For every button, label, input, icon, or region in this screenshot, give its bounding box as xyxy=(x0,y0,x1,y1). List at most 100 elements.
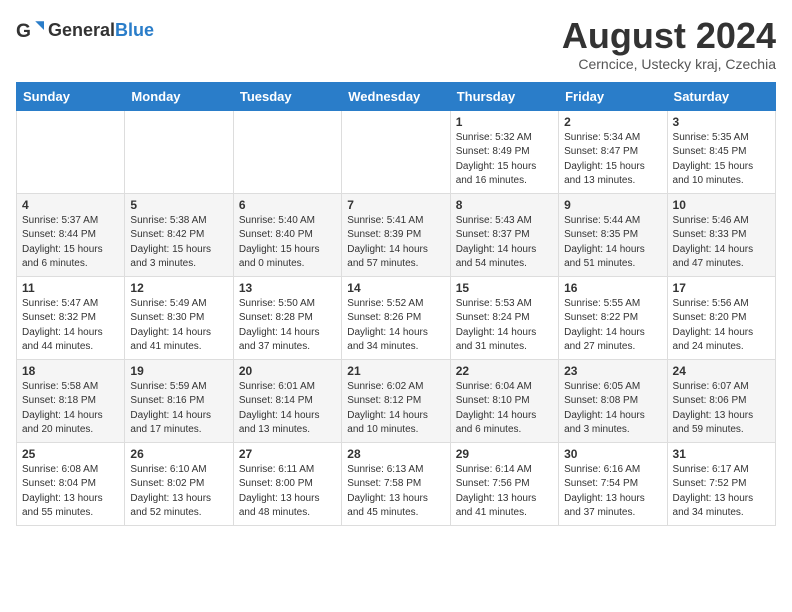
day-number: 19 xyxy=(130,364,227,378)
calendar-cell-w1-d2 xyxy=(125,110,233,193)
day-number: 2 xyxy=(564,115,661,129)
day-info: Sunrise: 5:56 AMSunset: 8:20 PMDaylight:… xyxy=(673,297,770,355)
day-number: 27 xyxy=(239,447,336,461)
calendar-cell-w1-d4 xyxy=(342,110,450,193)
day-info: Sunrise: 5:40 AMSunset: 8:40 PMDaylight:… xyxy=(239,214,336,272)
calendar-cell-w4-d6: 23 Sunrise: 6:05 AMSunset: 8:08 PMDayligh… xyxy=(559,359,667,442)
day-info: Sunrise: 5:58 AMSunset: 8:18 PMDaylight:… xyxy=(22,380,119,438)
header-thursday: Thursday xyxy=(450,82,558,110)
day-info: Sunrise: 5:49 AMSunset: 8:30 PMDaylight:… xyxy=(130,297,227,355)
calendar-cell-w5-d4: 28 Sunrise: 6:13 AMSunset: 7:58 PMDayligh… xyxy=(342,442,450,525)
calendar-cell-w5-d2: 26 Sunrise: 6:10 AMSunset: 8:02 PMDayligh… xyxy=(125,442,233,525)
calendar-cell-w1-d3 xyxy=(233,110,341,193)
day-number: 9 xyxy=(564,198,661,212)
day-number: 25 xyxy=(22,447,119,461)
calendar-cell-w5-d5: 29 Sunrise: 6:14 AMSunset: 7:56 PMDayligh… xyxy=(450,442,558,525)
day-info: Sunrise: 5:47 AMSunset: 8:32 PMDaylight:… xyxy=(22,297,119,355)
day-number: 3 xyxy=(673,115,770,129)
header-friday: Friday xyxy=(559,82,667,110)
calendar-cell-w3-d2: 12 Sunrise: 5:49 AMSunset: 8:30 PMDayligh… xyxy=(125,276,233,359)
day-number: 5 xyxy=(130,198,227,212)
day-number: 28 xyxy=(347,447,444,461)
day-info: Sunrise: 5:52 AMSunset: 8:26 PMDaylight:… xyxy=(347,297,444,355)
week-row-4: 18Sunrise: 5:58 AMSunset: 8:18 PMDayligh… xyxy=(17,359,776,442)
calendar-table: Sunday Monday Tuesday Wednesday Thursday… xyxy=(16,82,776,526)
day-number: 4 xyxy=(22,198,119,212)
calendar-cell-w2-d3: 6 Sunrise: 5:40 AMSunset: 8:40 PMDaylight… xyxy=(233,193,341,276)
day-number: 14 xyxy=(347,281,444,295)
day-info: Sunrise: 5:50 AMSunset: 8:28 PMDaylight:… xyxy=(239,297,336,355)
day-number: 15 xyxy=(456,281,553,295)
logo-blue: Blue xyxy=(115,20,154,40)
day-info: Sunrise: 6:17 AMSunset: 7:52 PMDaylight:… xyxy=(673,463,770,521)
day-info: Sunrise: 5:46 AMSunset: 8:33 PMDaylight:… xyxy=(673,214,770,272)
day-info: Sunrise: 6:01 AMSunset: 8:14 PMDaylight:… xyxy=(239,380,336,438)
day-info: Sunrise: 5:38 AMSunset: 8:42 PMDaylight:… xyxy=(130,214,227,272)
day-info: Sunrise: 5:35 AMSunset: 8:45 PMDaylight:… xyxy=(673,131,770,189)
day-info: Sunrise: 6:11 AMSunset: 8:00 PMDaylight:… xyxy=(239,463,336,521)
day-number: 1 xyxy=(456,115,553,129)
day-number: 10 xyxy=(673,198,770,212)
logo-icon: G xyxy=(16,16,44,44)
day-number: 17 xyxy=(673,281,770,295)
header-saturday: Saturday xyxy=(667,82,775,110)
day-info: Sunrise: 6:14 AMSunset: 7:56 PMDaylight:… xyxy=(456,463,553,521)
calendar-cell-w4-d3: 20 Sunrise: 6:01 AMSunset: 8:14 PMDayligh… xyxy=(233,359,341,442)
calendar-cell-w3-d5: 15Sunrise: 5:53 AMSunset: 8:24 PMDayligh… xyxy=(450,276,558,359)
day-number: 22 xyxy=(456,364,553,378)
page: G GeneralBlue August 2024 Cerncice, Uste… xyxy=(0,0,792,536)
day-info: Sunrise: 5:41 AMSunset: 8:39 PMDaylight:… xyxy=(347,214,444,272)
day-number: 8 xyxy=(456,198,553,212)
calendar-cell-w5-d6: 30Sunrise: 6:16 AMSunset: 7:54 PMDayligh… xyxy=(559,442,667,525)
week-row-1: 1Sunrise: 5:32 AMSunset: 8:49 PMDaylight… xyxy=(17,110,776,193)
calendar-cell-w1-d7: 3 Sunrise: 5:35 AMSunset: 8:45 PMDaylight… xyxy=(667,110,775,193)
header-monday: Monday xyxy=(125,82,233,110)
day-info: Sunrise: 6:02 AMSunset: 8:12 PMDaylight:… xyxy=(347,380,444,438)
week-row-2: 4 Sunrise: 5:37 AMSunset: 8:44 PMDaylight… xyxy=(17,193,776,276)
calendar-cell-w3-d7: 17 Sunrise: 5:56 AMSunset: 8:20 PMDayligh… xyxy=(667,276,775,359)
calendar-cell-w1-d6: 2 Sunrise: 5:34 AMSunset: 8:47 PMDaylight… xyxy=(559,110,667,193)
calendar-cell-w5-d7: 31Sunrise: 6:17 AMSunset: 7:52 PMDayligh… xyxy=(667,442,775,525)
day-number: 24 xyxy=(673,364,770,378)
header-wednesday: Wednesday xyxy=(342,82,450,110)
day-info: Sunrise: 5:44 AMSunset: 8:35 PMDaylight:… xyxy=(564,214,661,272)
title-block: August 2024 Cerncice, Ustecky kraj, Czec… xyxy=(562,16,776,72)
day-number: 11 xyxy=(22,281,119,295)
location-subtitle: Cerncice, Ustecky kraj, Czechia xyxy=(562,56,776,72)
day-info: Sunrise: 5:43 AMSunset: 8:37 PMDaylight:… xyxy=(456,214,553,272)
svg-text:G: G xyxy=(16,21,31,42)
calendar-cell-w4-d4: 21 Sunrise: 6:02 AMSunset: 8:12 PMDayligh… xyxy=(342,359,450,442)
day-info: Sunrise: 5:34 AMSunset: 8:47 PMDaylight:… xyxy=(564,131,661,189)
calendar-cell-w5-d1: 25Sunrise: 6:08 AMSunset: 8:04 PMDayligh… xyxy=(17,442,125,525)
header-tuesday: Tuesday xyxy=(233,82,341,110)
calendar-cell-w1-d5: 1Sunrise: 5:32 AMSunset: 8:49 PMDaylight… xyxy=(450,110,558,193)
calendar-cell-w1-d1 xyxy=(17,110,125,193)
header-sunday: Sunday xyxy=(17,82,125,110)
day-number: 30 xyxy=(564,447,661,461)
calendar-cell-w2-d7: 10 Sunrise: 5:46 AMSunset: 8:33 PMDayligh… xyxy=(667,193,775,276)
day-number: 21 xyxy=(347,364,444,378)
day-info: Sunrise: 5:59 AMSunset: 8:16 PMDaylight:… xyxy=(130,380,227,438)
logo: G GeneralBlue xyxy=(16,16,154,44)
calendar-cell-w5-d3: 27 Sunrise: 6:11 AMSunset: 8:00 PMDayligh… xyxy=(233,442,341,525)
day-number: 7 xyxy=(347,198,444,212)
month-title: August 2024 xyxy=(562,16,776,56)
calendar-cell-w2-d6: 9 Sunrise: 5:44 AMSunset: 8:35 PMDaylight… xyxy=(559,193,667,276)
logo-general: General xyxy=(48,20,115,40)
week-row-5: 25Sunrise: 6:08 AMSunset: 8:04 PMDayligh… xyxy=(17,442,776,525)
header: G GeneralBlue August 2024 Cerncice, Uste… xyxy=(16,16,776,72)
day-number: 20 xyxy=(239,364,336,378)
day-number: 12 xyxy=(130,281,227,295)
day-number: 29 xyxy=(456,447,553,461)
calendar-cell-w2-d1: 4 Sunrise: 5:37 AMSunset: 8:44 PMDaylight… xyxy=(17,193,125,276)
day-info: Sunrise: 6:10 AMSunset: 8:02 PMDaylight:… xyxy=(130,463,227,521)
week-row-3: 11 Sunrise: 5:47 AMSunset: 8:32 PMDayligh… xyxy=(17,276,776,359)
day-number: 26 xyxy=(130,447,227,461)
day-info: Sunrise: 6:13 AMSunset: 7:58 PMDaylight:… xyxy=(347,463,444,521)
calendar-cell-w3-d1: 11 Sunrise: 5:47 AMSunset: 8:32 PMDayligh… xyxy=(17,276,125,359)
day-info: Sunrise: 6:05 AMSunset: 8:08 PMDaylight:… xyxy=(564,380,661,438)
day-number: 23 xyxy=(564,364,661,378)
calendar-cell-w2-d5: 8 Sunrise: 5:43 AMSunset: 8:37 PMDaylight… xyxy=(450,193,558,276)
day-info: Sunrise: 5:37 AMSunset: 8:44 PMDaylight:… xyxy=(22,214,119,272)
day-number: 6 xyxy=(239,198,336,212)
